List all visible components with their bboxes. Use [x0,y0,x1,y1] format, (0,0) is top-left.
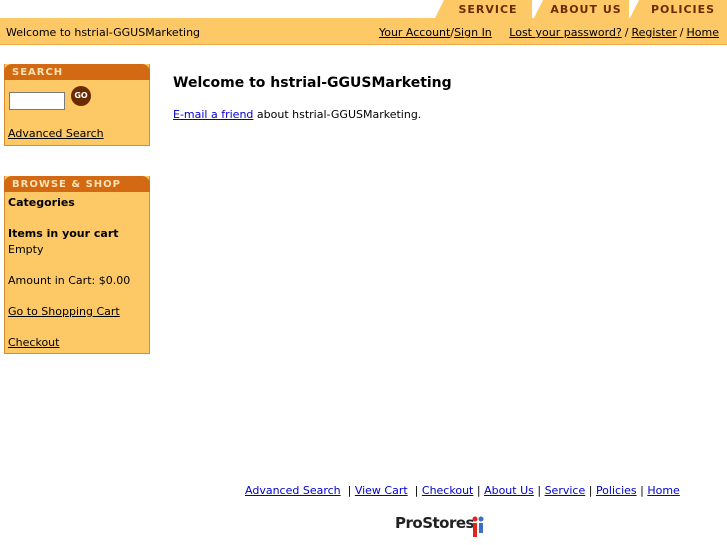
browse-shop-panel: BROWSE & SHOP Categories Items in your c… [4,176,150,354]
header-bar: Welcome to hstrial-GGUSMarketing Your Ac… [0,18,727,45]
register-link[interactable]: Register [632,26,677,39]
email-friend-text: E-mail a friend about hstrial-GGUSMarket… [173,108,421,121]
go-to-cart-link[interactable]: Go to Shopping Cart [8,305,120,318]
footer-service-link[interactable]: Service [545,484,586,497]
items-in-cart-label: Items in your cart [8,227,119,240]
email-friend-suffix: about hstrial-GGUSMarketing. [253,108,422,121]
footer-home-link[interactable]: Home [647,484,679,497]
search-heading: SEARCH [4,64,150,80]
footer-policies-link[interactable]: Policies [596,484,637,497]
cart-status: Empty [8,243,44,256]
footer-links: Advanced Search | View Cart | Checkout |… [245,484,680,497]
advanced-search-link[interactable]: Advanced Search [8,127,104,140]
sign-in-link[interactable]: Sign In [454,26,492,39]
search-input[interactable] [9,92,65,110]
top-tabs: SERVICE ABOUT US POLICIES [435,0,727,18]
footer-checkout-link[interactable]: Checkout [422,484,473,497]
lost-password-link[interactable]: Lost your password? [509,26,622,39]
cart-amount: Amount in Cart: $0.00 [8,274,131,287]
home-link[interactable]: Home [687,26,719,39]
tab-service[interactable]: SERVICE [435,0,532,18]
welcome-text: Welcome to hstrial-GGUSMarketing [6,26,201,39]
separator: / [679,26,684,39]
footer-view-cart-link[interactable]: View Cart [355,484,408,497]
prostores-mark-icon [472,516,484,537]
account-links: Your Account / Sign In Lost your password?… [379,26,719,39]
tab-policies[interactable]: POLICIES [630,0,727,18]
search-panel: SEARCH GO Advanced Search [4,64,150,146]
footer-advanced-search-link[interactable]: Advanced Search [245,484,341,497]
tab-about-us[interactable]: ABOUT US [534,0,629,18]
page-title: Welcome to hstrial-GGUSMarketing [173,75,452,91]
email-friend-link[interactable]: E-mail a friend [173,108,253,121]
logo-text: ProStores [395,514,474,532]
categories-label: Categories [8,196,75,209]
browse-shop-heading: BROWSE & SHOP [4,176,150,192]
footer-about-us-link[interactable]: About Us [484,484,534,497]
separator: / [624,26,629,39]
prostores-logo[interactable]: ProStores [395,514,484,538]
your-account-link[interactable]: Your Account [379,26,450,39]
go-button[interactable]: GO [71,86,91,106]
checkout-link[interactable]: Checkout [8,336,59,349]
